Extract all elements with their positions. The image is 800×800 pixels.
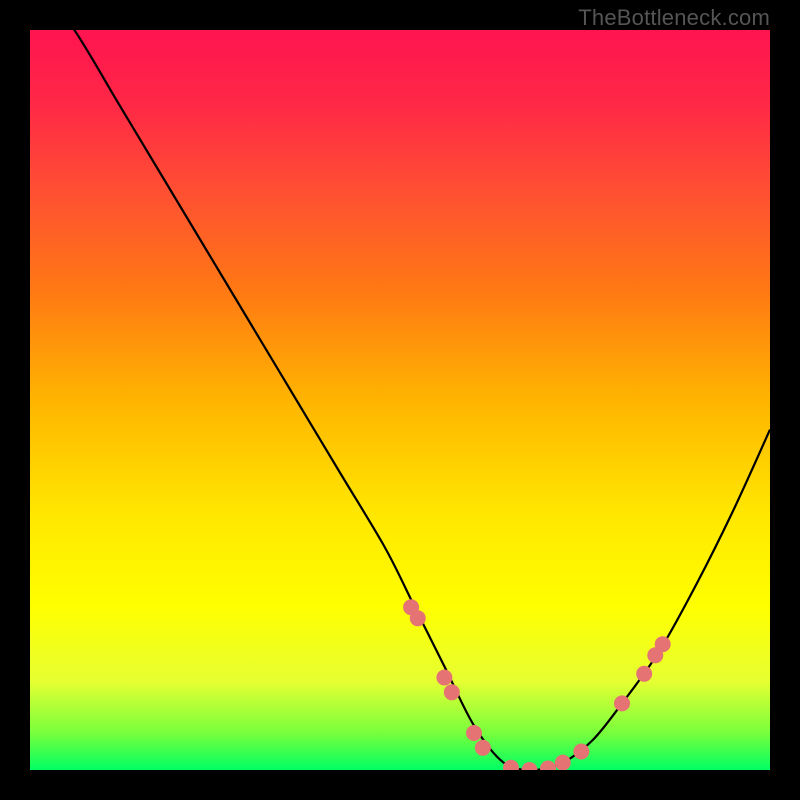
data-marker: [466, 725, 482, 741]
data-marker: [522, 762, 538, 770]
attribution-text: TheBottleneck.com: [578, 5, 770, 31]
data-marker: [410, 610, 426, 626]
chart-svg: [30, 30, 770, 770]
chart-area: [30, 30, 770, 770]
data-marker: [573, 744, 589, 760]
data-marker: [444, 684, 460, 700]
data-marker: [475, 740, 491, 756]
data-marker: [555, 755, 571, 770]
data-marker: [503, 760, 519, 770]
data-marker: [540, 761, 556, 770]
data-marker: [436, 670, 452, 686]
data-marker: [655, 636, 671, 652]
data-marker: [614, 695, 630, 711]
data-marker: [636, 666, 652, 682]
data-markers: [403, 599, 671, 770]
